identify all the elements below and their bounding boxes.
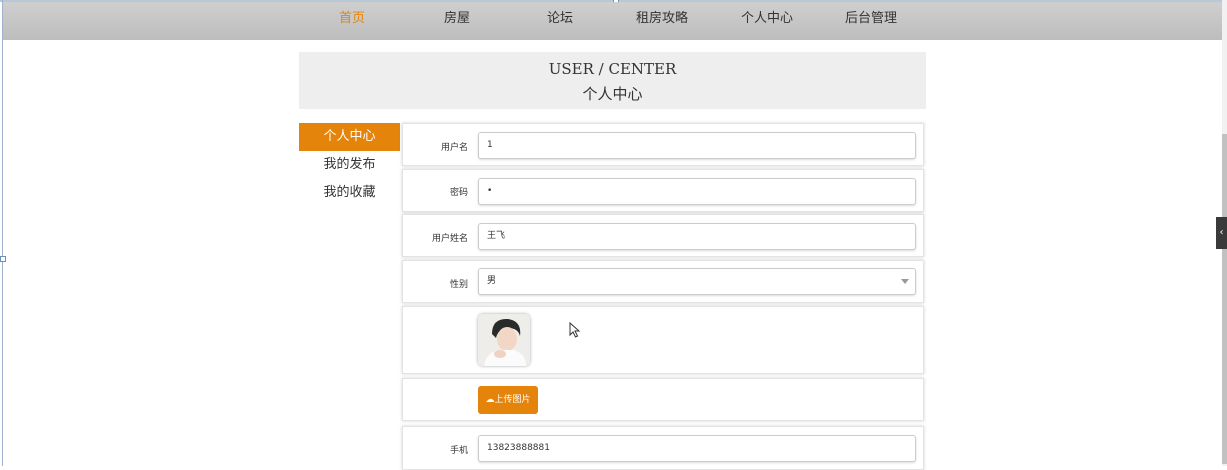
page-heading: USER / CENTER 个人中心: [299, 52, 926, 109]
password-input[interactable]: •: [478, 178, 916, 205]
menu-item-my-favorites[interactable]: 我的收藏: [299, 179, 400, 207]
avatar-portrait: [478, 314, 530, 366]
scrollbar-thumb[interactable]: [1222, 134, 1227, 464]
sidebar-toggle[interactable]: ‹: [1216, 217, 1227, 249]
form-row-phone: 手机 13823888881: [402, 426, 924, 470]
username-input[interactable]: 1: [478, 132, 916, 159]
form-row-avatar: [402, 306, 924, 374]
nav-item-user-center[interactable]: 个人中心: [741, 2, 793, 40]
form-row-username: 用户名 1: [402, 123, 924, 166]
top-navbar: 首页 房屋 论坛 租房攻略 个人中心 后台管理: [3, 2, 1222, 40]
realname-input[interactable]: 王飞: [478, 223, 916, 250]
gender-label: 性别: [449, 280, 468, 290]
nav-item-houses[interactable]: 房屋: [444, 2, 470, 40]
chevron-down-icon: [901, 279, 909, 284]
nav-item-forum[interactable]: 论坛: [547, 2, 573, 40]
mouse-cursor-icon: [569, 322, 581, 338]
nav-item-admin[interactable]: 后台管理: [845, 2, 897, 40]
nav-item-home[interactable]: 首页: [339, 2, 365, 40]
form-row-gender: 性别 男: [402, 260, 924, 303]
profile-form: 用户名 1 密码 • 用户姓名 王飞 性别 男 ☁上传图片 手机 1382388…: [402, 121, 926, 470]
window-left-edge: [2, 0, 3, 466]
user-center-menu: 个人中心 我的发布 我的收藏: [299, 123, 400, 207]
phone-input[interactable]: 13823888881: [478, 435, 916, 462]
upload-button-label: 上传图片: [494, 395, 531, 405]
heading-english: USER / CENTER: [548, 60, 677, 78]
form-row-realname: 用户姓名 王飞: [402, 214, 924, 257]
menu-item-my-posts[interactable]: 我的发布: [299, 151, 400, 179]
phone-label: 手机: [449, 446, 468, 456]
avatar-image: [478, 314, 530, 366]
gender-selected-value: 男: [487, 276, 497, 286]
gender-select[interactable]: 男: [478, 268, 916, 295]
username-label: 用户名: [440, 143, 468, 153]
resize-handle[interactable]: [0, 256, 6, 262]
realname-label: 用户姓名: [431, 234, 468, 244]
heading-chinese: 个人中心: [582, 85, 643, 103]
form-row-password: 密码 •: [402, 169, 924, 212]
menu-item-profile[interactable]: 个人中心: [299, 123, 400, 151]
form-row-upload: ☁上传图片: [402, 378, 924, 421]
upload-image-button[interactable]: ☁上传图片: [478, 386, 538, 414]
password-label: 密码: [449, 188, 468, 198]
chevron-left-icon: ‹: [1219, 227, 1224, 238]
nav-item-rental-guide[interactable]: 租房攻略: [636, 2, 688, 40]
